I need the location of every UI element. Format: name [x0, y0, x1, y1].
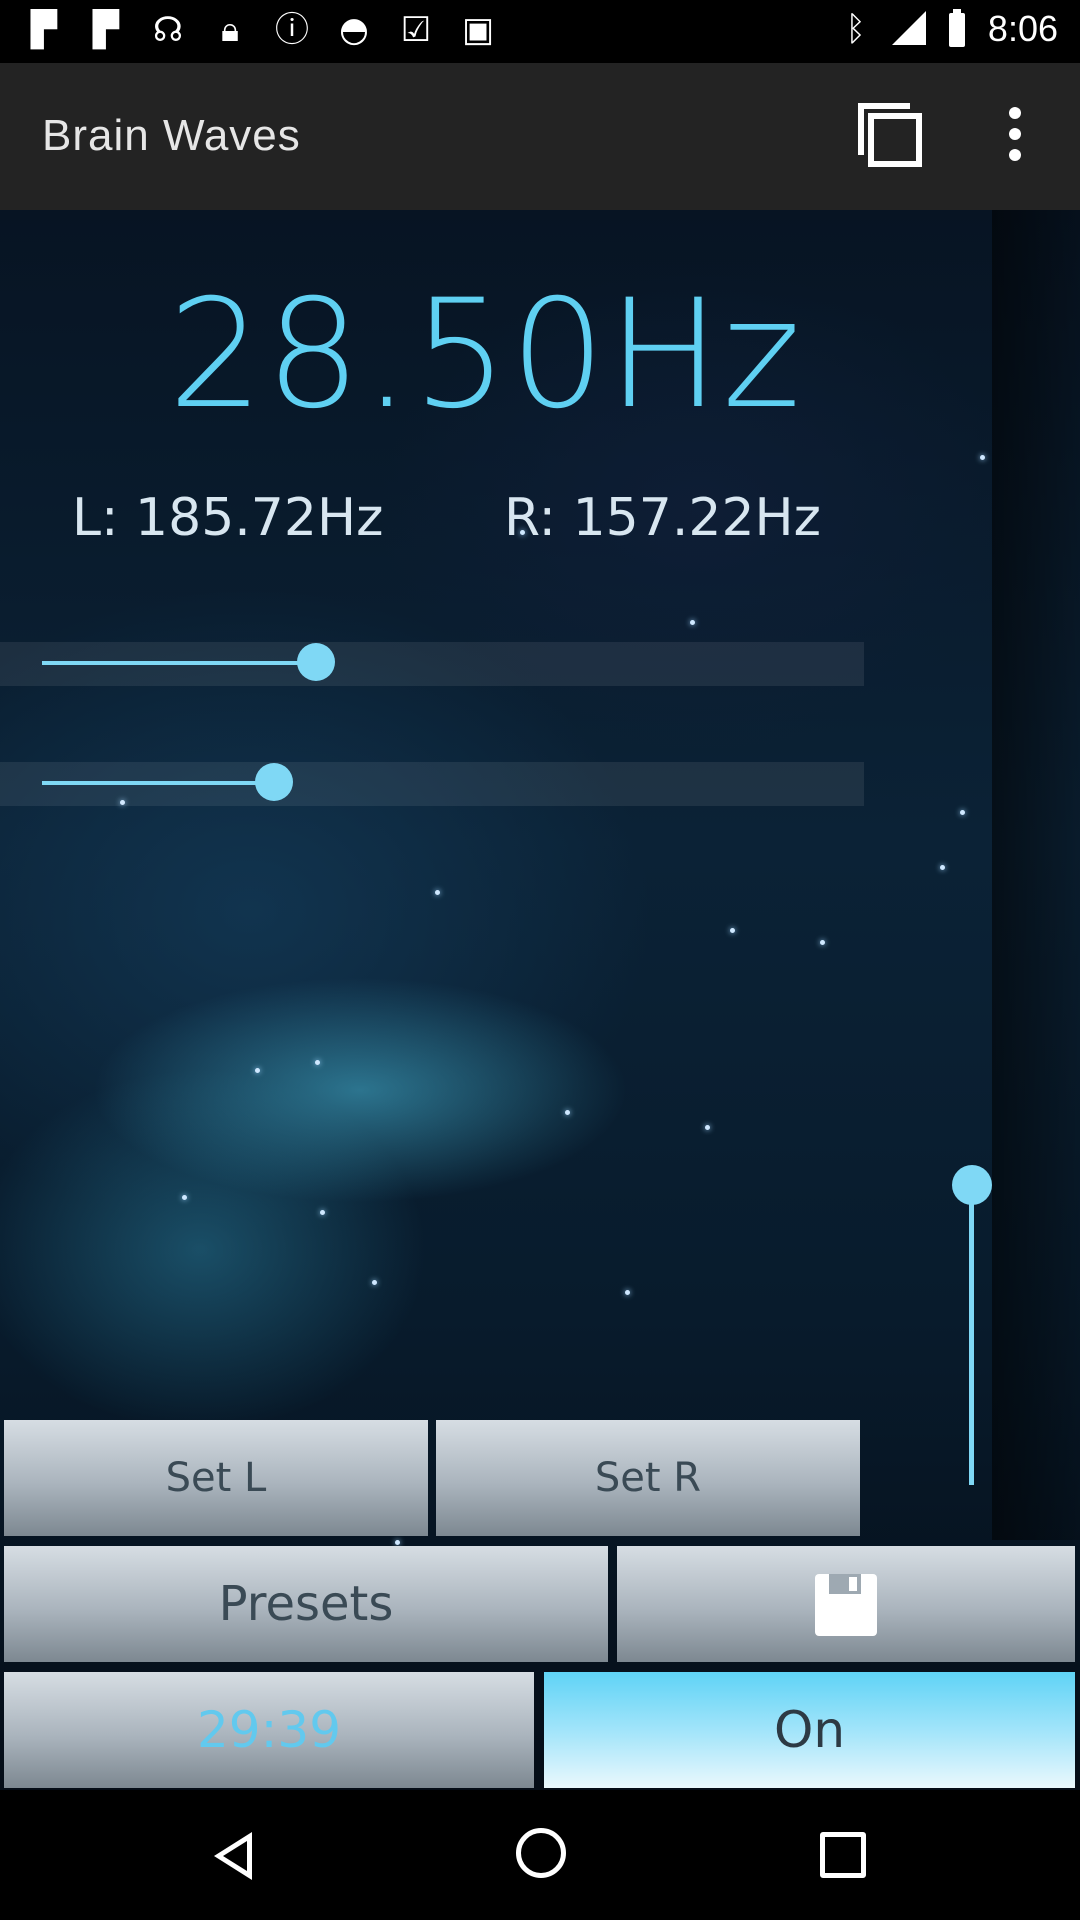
- flipboard-icon: ▛: [92, 10, 120, 50]
- power-toggle-button[interactable]: On: [544, 1672, 1075, 1788]
- left-slider-thumb[interactable]: [297, 643, 335, 681]
- right-slider-thumb[interactable]: [255, 763, 293, 801]
- more-vert-icon[interactable]: [1000, 103, 1030, 167]
- app-title: Brain Waves: [42, 111, 301, 160]
- set-left-button[interactable]: Set L: [4, 1420, 428, 1536]
- volume-slider-thumb[interactable]: [952, 1165, 992, 1205]
- notification-icons: ▛ ▛ ☊ 🔒︎ ⓘ ◓ ☑ ▣: [24, 10, 498, 50]
- recent-apps-icon[interactable]: [820, 1832, 866, 1878]
- battery-icon: [946, 9, 968, 49]
- back-icon[interactable]: [214, 1832, 252, 1880]
- headphones-icon: ☊: [152, 10, 184, 50]
- status-clock: 8:06: [987, 8, 1058, 49]
- left-frequency-slider[interactable]: [0, 642, 864, 686]
- bluetooth-icon: ᛒ: [845, 9, 866, 49]
- save-button[interactable]: [617, 1546, 1075, 1662]
- right-frequency-slider[interactable]: [0, 762, 864, 806]
- set-right-button[interactable]: Set R: [436, 1420, 860, 1536]
- volume-slider[interactable]: [952, 1165, 992, 1495]
- left-frequency: L: 185.72Hz: [72, 488, 384, 548]
- beat-frequency: 28.50Hz: [168, 268, 803, 442]
- flipboard-icon: ▛: [30, 10, 58, 50]
- navigation-bar: [0, 1790, 1080, 1920]
- save-icon: [815, 1574, 877, 1636]
- info-icon: ⓘ: [275, 10, 309, 50]
- volume-panel: [992, 210, 1080, 1540]
- android-icon: ◓: [339, 10, 369, 50]
- home-icon[interactable]: [516, 1828, 566, 1878]
- timer-button[interactable]: 29:39: [4, 1672, 534, 1788]
- app-bar: Brain Waves: [0, 63, 1080, 210]
- lock-icon: 🔒︎: [220, 10, 240, 50]
- check-bag-icon: ☑: [400, 10, 432, 50]
- signal-icon: [886, 9, 926, 49]
- status-bar: ▛ ▛ ☊ 🔒︎ ⓘ ◓ ☑ ▣ ᛒ 8:06: [0, 0, 1080, 63]
- bag-icon: ▣: [461, 10, 495, 50]
- right-frequency: R: 157.22Hz: [504, 488, 821, 548]
- window-icon[interactable]: [858, 103, 922, 167]
- presets-button[interactable]: Presets: [4, 1546, 608, 1662]
